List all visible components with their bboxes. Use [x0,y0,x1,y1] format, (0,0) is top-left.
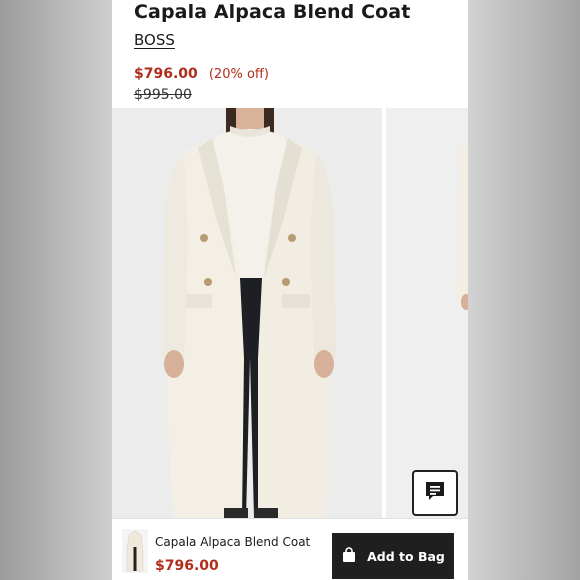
coat-model-illustration [112,108,382,518]
discount-label: (20% off) [208,67,269,82]
product-page: Capala Alpaca Blend Coat BOSS $796.00 (2… [112,0,468,580]
brand-link[interactable]: BOSS [134,30,175,50]
chat-button[interactable] [412,470,458,516]
image-gallery[interactable] [112,108,468,518]
add-to-bag-label: Add to Bag [367,548,445,564]
product-title: Capala Alpaca Blend Coat [134,1,411,23]
blurred-background-right [468,0,580,580]
product-image-next[interactable] [386,108,468,518]
chat-icon [423,479,447,507]
sticky-purchase-bar: Capala Alpaca Blend Coat $796.00 Add to … [112,518,468,580]
sale-price: $796.00 [134,66,198,82]
price-row: $796.00 (20% off) [134,64,269,84]
original-price: $995.00 [134,87,192,103]
add-to-bag-button[interactable]: Add to Bag [332,533,454,579]
shopping-bag-icon [341,546,357,566]
sticky-bar-title: Capala Alpaca Blend Coat [155,535,311,549]
sticky-bar-price: $796.00 [155,558,219,574]
coat-side-illustration [386,108,468,518]
blurred-background-left [0,0,112,580]
product-image-main[interactable] [112,108,382,518]
product-thumbnail [122,529,148,573]
